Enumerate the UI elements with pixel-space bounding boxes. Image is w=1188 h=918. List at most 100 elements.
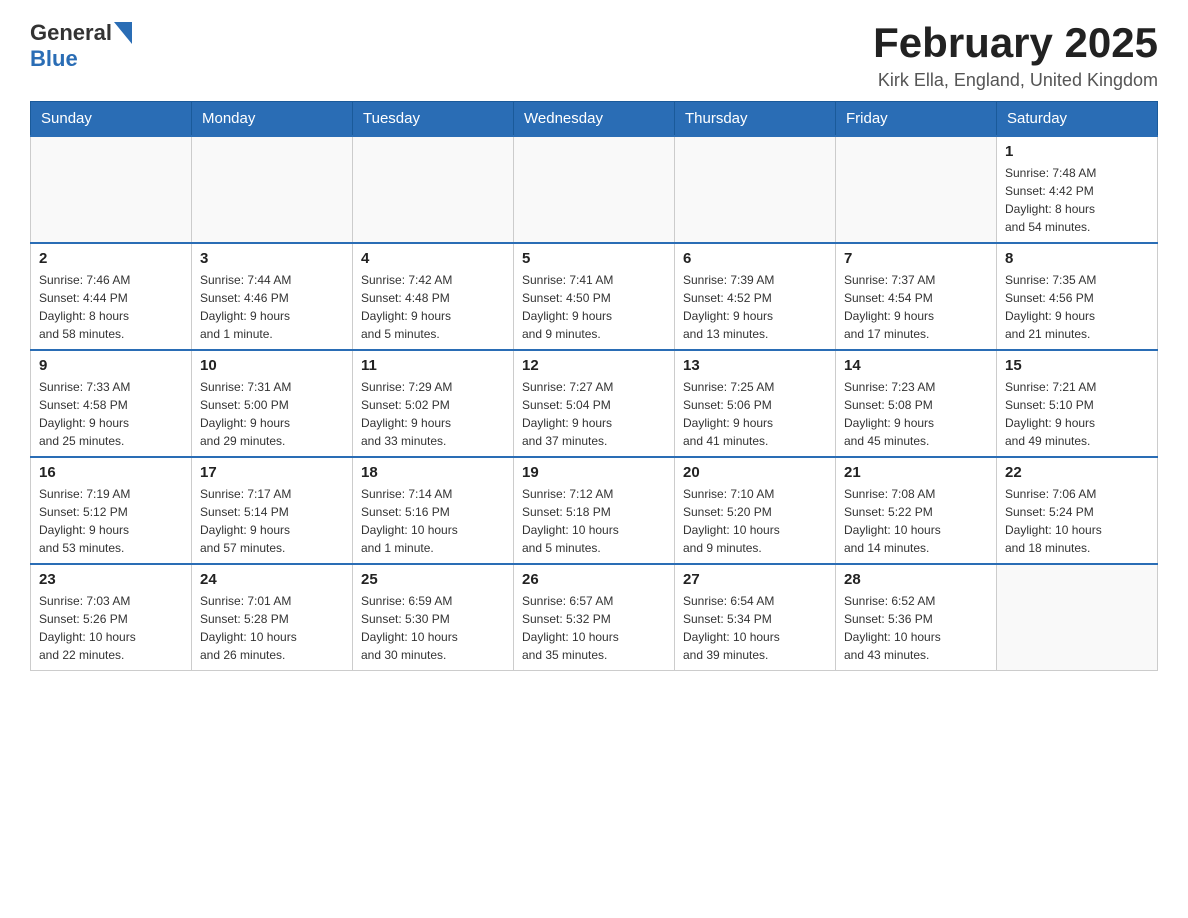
table-row bbox=[836, 136, 997, 243]
table-row bbox=[997, 564, 1158, 671]
day-info: Sunrise: 7:14 AM Sunset: 5:16 PM Dayligh… bbox=[361, 485, 505, 557]
day-number: 9 bbox=[39, 357, 183, 374]
title-section: February 2025 Kirk Ella, England, United… bbox=[873, 20, 1158, 91]
table-row: 20 Sunrise: 7:10 AM Sunset: 5:20 PM Dayli… bbox=[675, 457, 836, 564]
table-row: 15 Sunrise: 7:21 AM Sunset: 5:10 PM Dayli… bbox=[997, 350, 1158, 457]
day-number: 5 bbox=[522, 250, 666, 267]
day-info: Sunrise: 7:23 AM Sunset: 5:08 PM Dayligh… bbox=[844, 378, 988, 450]
day-info: Sunrise: 7:29 AM Sunset: 5:02 PM Dayligh… bbox=[361, 378, 505, 450]
day-info: Sunrise: 6:57 AM Sunset: 5:32 PM Dayligh… bbox=[522, 592, 666, 664]
day-number: 20 bbox=[683, 464, 827, 481]
day-info: Sunrise: 7:25 AM Sunset: 5:06 PM Dayligh… bbox=[683, 378, 827, 450]
day-info: Sunrise: 7:41 AM Sunset: 4:50 PM Dayligh… bbox=[522, 271, 666, 343]
day-number: 28 bbox=[844, 571, 988, 588]
table-row: 4 Sunrise: 7:42 AM Sunset: 4:48 PM Daylig… bbox=[353, 243, 514, 350]
day-number: 15 bbox=[1005, 357, 1149, 374]
day-number: 14 bbox=[844, 357, 988, 374]
table-row: 26 Sunrise: 6:57 AM Sunset: 5:32 PM Dayli… bbox=[514, 564, 675, 671]
logo-general: General bbox=[30, 20, 112, 46]
day-number: 22 bbox=[1005, 464, 1149, 481]
logo: General Blue bbox=[30, 20, 132, 72]
day-number: 24 bbox=[200, 571, 344, 588]
day-number: 23 bbox=[39, 571, 183, 588]
day-number: 26 bbox=[522, 571, 666, 588]
day-number: 19 bbox=[522, 464, 666, 481]
col-tuesday: Tuesday bbox=[353, 102, 514, 137]
day-info: Sunrise: 7:08 AM Sunset: 5:22 PM Dayligh… bbox=[844, 485, 988, 557]
day-info: Sunrise: 7:39 AM Sunset: 4:52 PM Dayligh… bbox=[683, 271, 827, 343]
table-row: 1 Sunrise: 7:48 AM Sunset: 4:42 PM Daylig… bbox=[997, 136, 1158, 243]
day-info: Sunrise: 7:10 AM Sunset: 5:20 PM Dayligh… bbox=[683, 485, 827, 557]
table-row: 3 Sunrise: 7:44 AM Sunset: 4:46 PM Daylig… bbox=[192, 243, 353, 350]
day-number: 11 bbox=[361, 357, 505, 374]
table-row bbox=[192, 136, 353, 243]
day-number: 13 bbox=[683, 357, 827, 374]
day-info: Sunrise: 7:31 AM Sunset: 5:00 PM Dayligh… bbox=[200, 378, 344, 450]
calendar-subtitle: Kirk Ella, England, United Kingdom bbox=[873, 70, 1158, 91]
table-row: 19 Sunrise: 7:12 AM Sunset: 5:18 PM Dayli… bbox=[514, 457, 675, 564]
table-row: 16 Sunrise: 7:19 AM Sunset: 5:12 PM Dayli… bbox=[31, 457, 192, 564]
table-row: 7 Sunrise: 7:37 AM Sunset: 4:54 PM Daylig… bbox=[836, 243, 997, 350]
day-number: 18 bbox=[361, 464, 505, 481]
table-row: 13 Sunrise: 7:25 AM Sunset: 5:06 PM Dayli… bbox=[675, 350, 836, 457]
col-saturday: Saturday bbox=[997, 102, 1158, 137]
logo-triangle-icon bbox=[114, 22, 132, 44]
day-info: Sunrise: 7:44 AM Sunset: 4:46 PM Dayligh… bbox=[200, 271, 344, 343]
table-row: 18 Sunrise: 7:14 AM Sunset: 5:16 PM Dayli… bbox=[353, 457, 514, 564]
col-monday: Monday bbox=[192, 102, 353, 137]
day-info: Sunrise: 7:06 AM Sunset: 5:24 PM Dayligh… bbox=[1005, 485, 1149, 557]
table-row: 11 Sunrise: 7:29 AM Sunset: 5:02 PM Dayli… bbox=[353, 350, 514, 457]
day-info: Sunrise: 7:21 AM Sunset: 5:10 PM Dayligh… bbox=[1005, 378, 1149, 450]
day-info: Sunrise: 6:52 AM Sunset: 5:36 PM Dayligh… bbox=[844, 592, 988, 664]
day-info: Sunrise: 7:03 AM Sunset: 5:26 PM Dayligh… bbox=[39, 592, 183, 664]
day-info: Sunrise: 7:01 AM Sunset: 5:28 PM Dayligh… bbox=[200, 592, 344, 664]
day-info: Sunrise: 7:37 AM Sunset: 4:54 PM Dayligh… bbox=[844, 271, 988, 343]
week-row-3: 9 Sunrise: 7:33 AM Sunset: 4:58 PM Daylig… bbox=[31, 350, 1158, 457]
day-number: 2 bbox=[39, 250, 183, 267]
col-friday: Friday bbox=[836, 102, 997, 137]
day-number: 16 bbox=[39, 464, 183, 481]
day-info: Sunrise: 7:19 AM Sunset: 5:12 PM Dayligh… bbox=[39, 485, 183, 557]
week-row-5: 23 Sunrise: 7:03 AM Sunset: 5:26 PM Dayli… bbox=[31, 564, 1158, 671]
table-row bbox=[353, 136, 514, 243]
table-row: 22 Sunrise: 7:06 AM Sunset: 5:24 PM Dayli… bbox=[997, 457, 1158, 564]
day-info: Sunrise: 7:33 AM Sunset: 4:58 PM Dayligh… bbox=[39, 378, 183, 450]
day-number: 4 bbox=[361, 250, 505, 267]
day-number: 1 bbox=[1005, 143, 1149, 160]
header-row: Sunday Monday Tuesday Wednesday Thursday… bbox=[31, 102, 1158, 137]
day-info: Sunrise: 7:12 AM Sunset: 5:18 PM Dayligh… bbox=[522, 485, 666, 557]
table-row: 27Sunrise: 6:54 AM Sunset: 5:34 PM Dayli… bbox=[675, 564, 836, 671]
day-info: Sunrise: 7:48 AM Sunset: 4:42 PM Dayligh… bbox=[1005, 164, 1149, 236]
day-number: 17 bbox=[200, 464, 344, 481]
day-number: 25 bbox=[361, 571, 505, 588]
col-thursday: Thursday bbox=[675, 102, 836, 137]
day-info: Sunrise: 7:42 AM Sunset: 4:48 PM Dayligh… bbox=[361, 271, 505, 343]
day-number: 3 bbox=[200, 250, 344, 267]
col-sunday: Sunday bbox=[31, 102, 192, 137]
day-info: Sunrise: 7:17 AM Sunset: 5:14 PM Dayligh… bbox=[200, 485, 344, 557]
table-row: 12 Sunrise: 7:27 AM Sunset: 5:04 PM Dayli… bbox=[514, 350, 675, 457]
day-info: Sunrise: 7:35 AM Sunset: 4:56 PM Dayligh… bbox=[1005, 271, 1149, 343]
day-info: Sunrise: 6:54 AM Sunset: 5:34 PM Dayligh… bbox=[683, 592, 827, 664]
calendar-title: February 2025 bbox=[873, 20, 1158, 66]
week-row-1: 1 Sunrise: 7:48 AM Sunset: 4:42 PM Daylig… bbox=[31, 136, 1158, 243]
col-wednesday: Wednesday bbox=[514, 102, 675, 137]
table-row: 5 Sunrise: 7:41 AM Sunset: 4:50 PM Daylig… bbox=[514, 243, 675, 350]
table-row: 28 Sunrise: 6:52 AM Sunset: 5:36 PM Dayli… bbox=[836, 564, 997, 671]
table-row: 9 Sunrise: 7:33 AM Sunset: 4:58 PM Daylig… bbox=[31, 350, 192, 457]
day-number: 21 bbox=[844, 464, 988, 481]
table-row: 23 Sunrise: 7:03 AM Sunset: 5:26 PM Dayli… bbox=[31, 564, 192, 671]
day-info: Sunrise: 6:59 AM Sunset: 5:30 PM Dayligh… bbox=[361, 592, 505, 664]
day-info: Sunrise: 7:27 AM Sunset: 5:04 PM Dayligh… bbox=[522, 378, 666, 450]
day-number: 10 bbox=[200, 357, 344, 374]
table-row: 8Sunrise: 7:35 AM Sunset: 4:56 PM Daylig… bbox=[997, 243, 1158, 350]
week-row-4: 16 Sunrise: 7:19 AM Sunset: 5:12 PM Dayli… bbox=[31, 457, 1158, 564]
table-row bbox=[675, 136, 836, 243]
table-row: 10 Sunrise: 7:31 AM Sunset: 5:00 PM Dayli… bbox=[192, 350, 353, 457]
day-number: 12 bbox=[522, 357, 666, 374]
table-row: 14 Sunrise: 7:23 AM Sunset: 5:08 PM Dayli… bbox=[836, 350, 997, 457]
table-row: 2Sunrise: 7:46 AM Sunset: 4:44 PM Daylig… bbox=[31, 243, 192, 350]
week-row-2: 2Sunrise: 7:46 AM Sunset: 4:44 PM Daylig… bbox=[31, 243, 1158, 350]
table-row: 17 Sunrise: 7:17 AM Sunset: 5:14 PM Dayli… bbox=[192, 457, 353, 564]
day-number: 7 bbox=[844, 250, 988, 267]
